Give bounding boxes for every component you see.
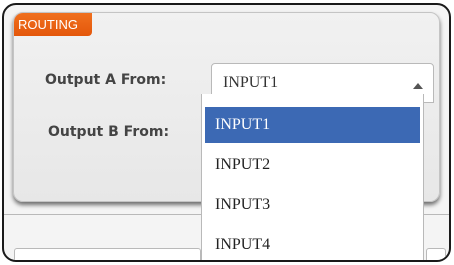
chevron-up-icon[interactable]: [413, 83, 423, 89]
output-a-dropdown-list[interactable]: INPUT1 INPUT2 INPUT3 INPUT4: [201, 94, 424, 260]
routing-section-title: ROUTING: [14, 13, 92, 36]
lower-panel-tab: [14, 248, 201, 260]
output-a-selected-value: INPUT1: [223, 74, 279, 91]
lower-panel-edge: [426, 248, 446, 260]
dropdown-option-input3[interactable]: INPUT3: [205, 187, 420, 223]
window-frame: ROUTING Output A From: Output B From: IN…: [2, 3, 451, 262]
dropdown-option-input2[interactable]: INPUT2: [205, 147, 420, 183]
output-a-label: Output A From:: [45, 72, 167, 88]
dropdown-option-input1[interactable]: INPUT1: [205, 107, 420, 143]
output-b-label: Output B From:: [48, 124, 170, 140]
dropdown-option-input4[interactable]: INPUT4: [205, 227, 420, 260]
